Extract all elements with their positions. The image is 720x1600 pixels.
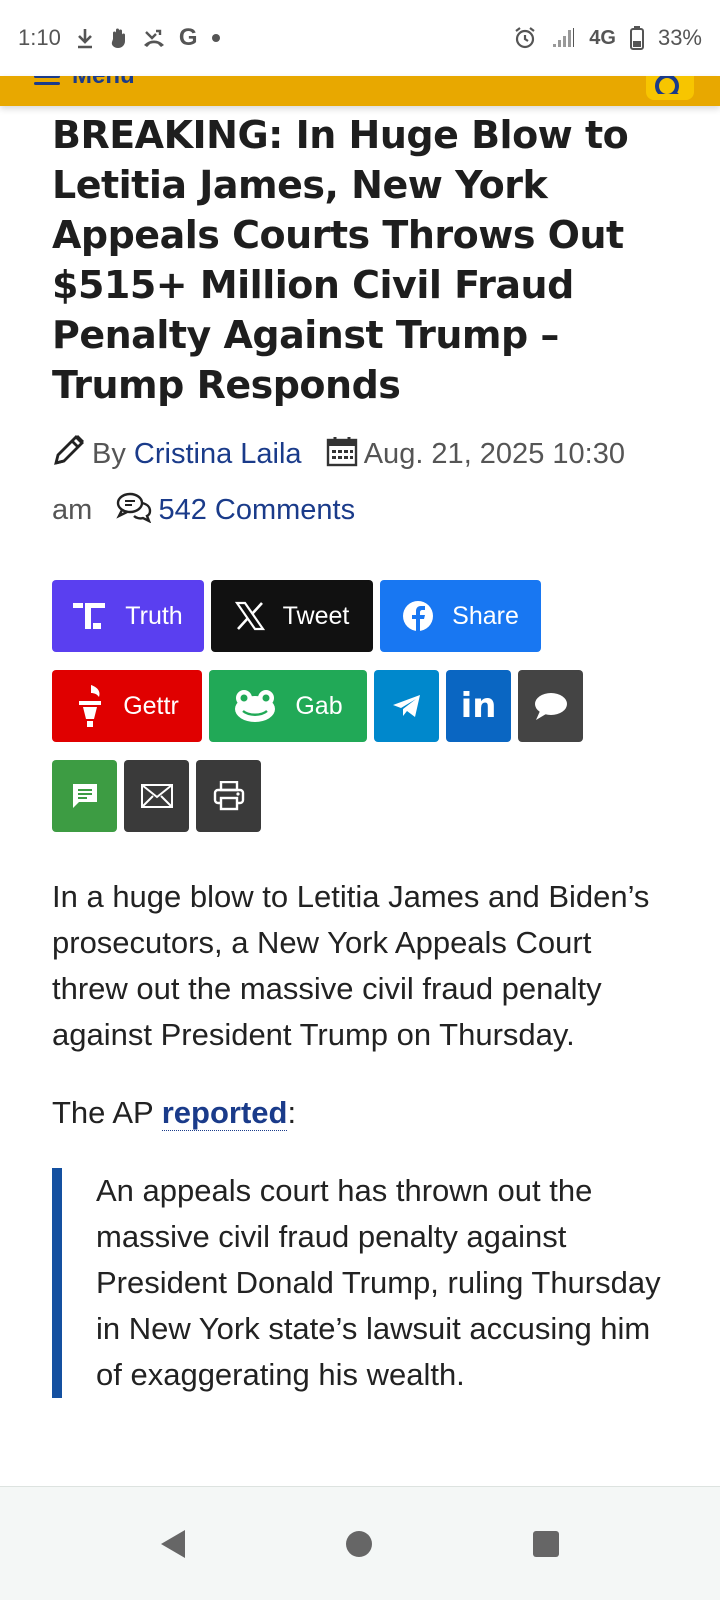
status-bar: 1:10 G 4G 33% — [0, 0, 720, 76]
notification-dot-icon — [211, 34, 220, 42]
linkedin-icon: in — [460, 686, 497, 726]
sms-icon — [72, 784, 97, 808]
menu-label: Menu — [72, 76, 135, 90]
share-row-3 — [52, 760, 672, 832]
ap-prefix: The AP — [52, 1095, 162, 1130]
gab-label: Gab — [295, 691, 343, 720]
comment-share-button[interactable] — [518, 670, 583, 742]
article-meta: By Cristina Laila Aug. 21, 2025 10:30 am… — [52, 428, 672, 540]
missed-call-icon — [143, 28, 165, 48]
by-label: By — [92, 438, 126, 470]
signal-icon — [551, 27, 575, 49]
facebook-share-button[interactable]: Share — [380, 580, 541, 652]
speech-bubble-icon — [534, 693, 567, 720]
gettr-label: Gettr — [123, 691, 179, 720]
gettr-button[interactable]: Gettr — [52, 670, 202, 742]
status-left: 1:10 G — [18, 24, 220, 52]
network-type: 4G — [589, 26, 616, 49]
envelope-icon — [140, 784, 173, 808]
reported-link[interactable]: reported — [161, 1095, 288, 1131]
comments-link[interactable]: 542 Comments — [158, 494, 355, 526]
truth-label: Truth — [125, 601, 183, 630]
calendar-icon — [326, 432, 358, 484]
article-body: In a huge blow to Letitia James and Bide… — [52, 874, 672, 1398]
tweet-button[interactable]: Tweet — [211, 580, 373, 652]
battery-level: 33% — [657, 25, 702, 50]
gab-button[interactable]: Gab — [209, 670, 367, 742]
truth-social-icon — [73, 603, 106, 629]
share-row-2: Gettr Gab in — [52, 670, 672, 742]
status-time: 1:10 — [18, 25, 61, 50]
telegram-button[interactable] — [374, 670, 439, 742]
home-icon[interactable] — [345, 1530, 372, 1557]
linkedin-button[interactable]: in — [446, 670, 511, 742]
article: BREAKING: In Huge Blow to Letitia James,… — [52, 110, 672, 1398]
status-right: 4G 33% — [513, 25, 702, 51]
email-button[interactable] — [124, 760, 189, 832]
truth-social-button[interactable]: Truth — [52, 580, 204, 652]
alarm-icon — [513, 26, 537, 50]
x-logo-icon — [234, 601, 265, 631]
gab-frog-icon — [235, 690, 276, 722]
search-icon — [655, 76, 679, 94]
search-button[interactable] — [646, 76, 694, 100]
ap-suffix: : — [287, 1095, 297, 1130]
battery-icon — [629, 26, 644, 50]
article-paragraph: In a huge blow to Letitia James and Bide… — [52, 879, 650, 1052]
telegram-icon — [392, 695, 420, 717]
print-button[interactable] — [196, 760, 261, 832]
comments-icon — [116, 488, 152, 540]
pencil-icon — [52, 432, 86, 484]
share-buttons: Truth Tweet Share Gettr Gab in — [52, 580, 672, 832]
author-link[interactable]: Cristina Laila — [134, 438, 302, 470]
article-headline: BREAKING: In Huge Blow to Letitia James,… — [52, 113, 629, 407]
recent-apps-icon[interactable] — [533, 1530, 560, 1557]
hamburger-icon — [34, 76, 60, 85]
download-icon — [75, 27, 95, 49]
ap-blockquote: An appeals court has thrown out the mass… — [52, 1168, 672, 1398]
share-row-1: Truth Tweet Share — [52, 580, 672, 652]
facebook-share-label: Share — [452, 601, 519, 630]
ap-attribution: The AP reported: — [52, 1090, 672, 1136]
gettr-icon — [79, 685, 102, 727]
hand-icon — [109, 27, 129, 49]
menu-button[interactable]: Menu — [34, 76, 135, 90]
tweet-label: Tweet — [282, 601, 350, 630]
facebook-icon — [403, 601, 434, 631]
system-nav-bar — [0, 1486, 720, 1600]
back-icon[interactable] — [160, 1529, 185, 1558]
google-icon: G — [178, 24, 198, 51]
printer-icon — [213, 781, 244, 811]
site-nav: Menu — [0, 76, 720, 106]
sms-button[interactable] — [52, 760, 117, 832]
